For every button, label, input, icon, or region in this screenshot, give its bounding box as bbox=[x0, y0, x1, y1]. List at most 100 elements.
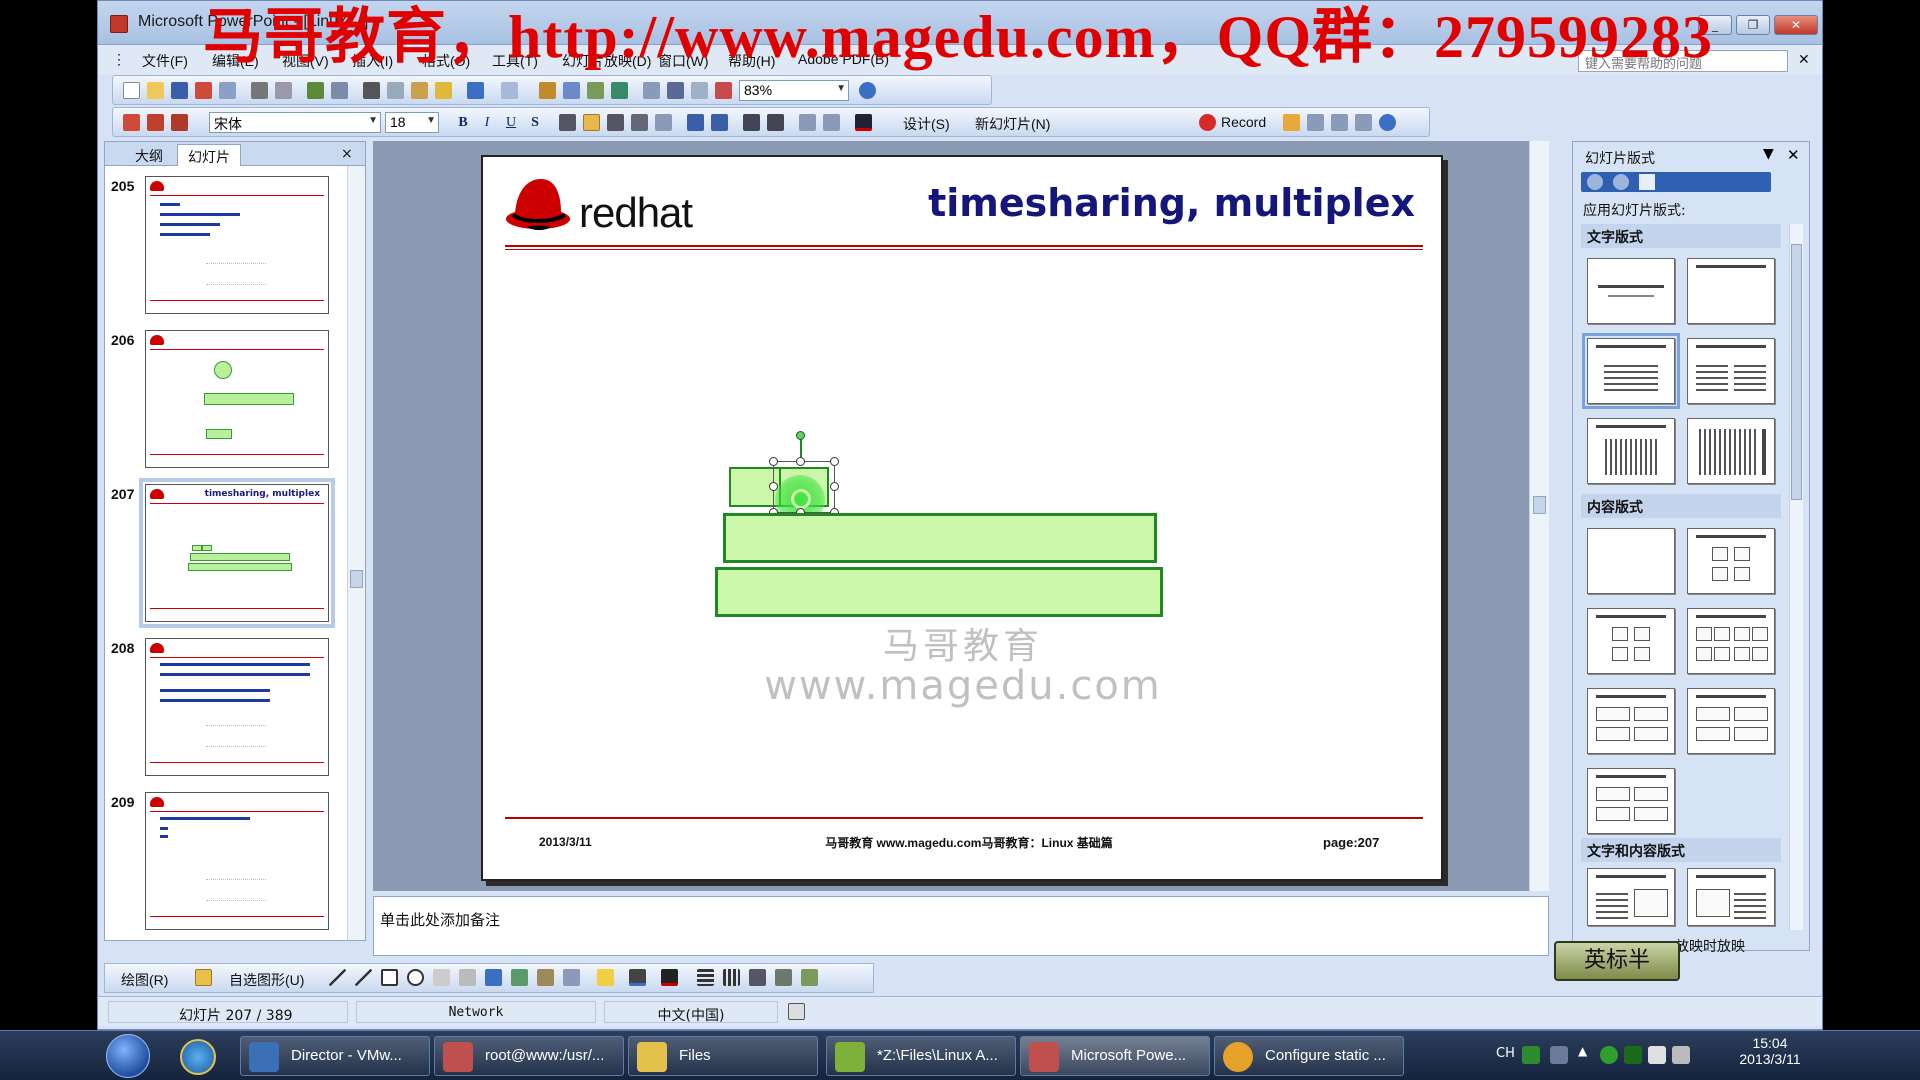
copy-icon[interactable] bbox=[387, 82, 404, 99]
network-tray-icon[interactable] bbox=[1648, 1046, 1666, 1064]
new-icon[interactable] bbox=[123, 82, 140, 99]
internet-explorer-icon[interactable] bbox=[180, 1039, 216, 1075]
layout-content[interactable] bbox=[1687, 528, 1775, 594]
help-icon[interactable] bbox=[859, 82, 876, 99]
research-icon[interactable] bbox=[331, 82, 348, 99]
clipart-icon[interactable] bbox=[537, 969, 554, 986]
screen-icon[interactable] bbox=[1331, 114, 1348, 131]
oval-icon[interactable] bbox=[407, 969, 424, 986]
layout-title-content-two[interactable] bbox=[1587, 688, 1675, 754]
layout-vertical-text[interactable] bbox=[1587, 418, 1675, 484]
picture-icon[interactable] bbox=[563, 969, 580, 986]
slide-title[interactable]: timesharing, multiplex bbox=[855, 181, 1415, 225]
arrow-icon[interactable] bbox=[355, 969, 372, 986]
format-painter-icon[interactable] bbox=[435, 82, 452, 99]
layout-two-column-text[interactable] bbox=[1687, 338, 1775, 404]
menu-file[interactable]: 文件(F) bbox=[142, 51, 188, 71]
rectangle-icon[interactable] bbox=[381, 969, 398, 986]
3d-style-icon[interactable] bbox=[801, 969, 818, 986]
task-pane-scrollbar[interactable] bbox=[1789, 224, 1803, 930]
insert-table-icon[interactable] bbox=[563, 82, 580, 99]
input-language[interactable]: CH bbox=[1496, 1046, 1515, 1061]
wordart-icon[interactable] bbox=[485, 969, 502, 986]
maximize-button[interactable]: ❐ bbox=[1736, 15, 1770, 35]
align-right-icon[interactable] bbox=[607, 114, 624, 131]
taskbar-terminal[interactable]: root@www:/usr/... bbox=[434, 1036, 624, 1076]
spelling-status-icon[interactable] bbox=[788, 1003, 805, 1020]
ime-status-bar[interactable]: 英标半 bbox=[1554, 941, 1680, 981]
pdf-convert-icon[interactable] bbox=[123, 114, 140, 131]
pdf-icon[interactable] bbox=[195, 82, 212, 99]
tray-expand-icon[interactable]: ▲ bbox=[1578, 1044, 1587, 1058]
color-grayscale-icon[interactable] bbox=[715, 82, 732, 99]
bottom-bar-shape[interactable] bbox=[715, 567, 1163, 617]
slide-thumbnail[interactable] bbox=[145, 330, 329, 468]
font-size-select[interactable]: 18 ▼ bbox=[385, 112, 439, 133]
pointer-options-icon[interactable] bbox=[1283, 114, 1300, 131]
hyperlink-icon[interactable] bbox=[611, 82, 628, 99]
keyboard-tray-icon[interactable] bbox=[1550, 1046, 1568, 1064]
diagram-icon[interactable] bbox=[511, 969, 528, 986]
paste-icon[interactable] bbox=[411, 82, 428, 99]
notes-placeholder[interactable]: 单击此处添加备注 bbox=[380, 909, 500, 930]
bold-button[interactable]: B bbox=[453, 113, 473, 133]
undo-icon[interactable] bbox=[467, 82, 484, 99]
record-button[interactable]: Record bbox=[1221, 114, 1266, 130]
line-style-icon[interactable] bbox=[697, 969, 714, 986]
layout-title-and-text[interactable] bbox=[1582, 333, 1680, 409]
cut-icon[interactable] bbox=[363, 82, 380, 99]
select-objects-icon[interactable] bbox=[195, 969, 212, 986]
expand-all-icon[interactable] bbox=[643, 82, 660, 99]
document-close-icon[interactable]: ✕ bbox=[1798, 51, 1810, 68]
system-clock[interactable]: 15:04 2013/3/11 bbox=[1730, 1035, 1810, 1067]
vertical-textbox-icon[interactable] bbox=[459, 969, 476, 986]
start-button[interactable] bbox=[106, 1034, 150, 1078]
slide-thumbnail[interactable] bbox=[145, 638, 329, 776]
tables-borders-icon[interactable] bbox=[587, 82, 604, 99]
italic-button[interactable]: I bbox=[477, 113, 497, 133]
taskbar-chrome[interactable]: Configure static ... bbox=[1214, 1036, 1404, 1076]
pdf-email-icon[interactable] bbox=[147, 114, 164, 131]
print-preview-icon[interactable] bbox=[275, 82, 292, 99]
pane-close-icon[interactable]: × bbox=[331, 144, 363, 166]
line-color-icon[interactable] bbox=[629, 969, 646, 986]
resize-handle[interactable] bbox=[830, 482, 839, 491]
font-color-icon[interactable] bbox=[855, 114, 872, 131]
decrease-indent-icon[interactable] bbox=[799, 114, 816, 131]
align-center-icon[interactable] bbox=[583, 114, 600, 131]
open-icon[interactable] bbox=[147, 82, 164, 99]
scrollbar-thumb[interactable] bbox=[1533, 496, 1546, 514]
distributed-icon[interactable] bbox=[631, 114, 648, 131]
arrow-style-icon[interactable] bbox=[749, 969, 766, 986]
tab-slides[interactable]: 幻灯片 bbox=[177, 144, 241, 166]
show-formatting-icon[interactable] bbox=[667, 82, 684, 99]
scrollbar-thumb[interactable] bbox=[350, 570, 363, 588]
increase-font-icon[interactable] bbox=[743, 114, 760, 131]
font-color-icon[interactable] bbox=[661, 969, 678, 986]
layout-title-four-content[interactable] bbox=[1687, 688, 1775, 754]
layout-title-slide[interactable] bbox=[1587, 258, 1675, 324]
current-slide[interactable]: redhat timesharing, multiplex 马哥教育 www.m… bbox=[481, 155, 1443, 881]
line-icon[interactable] bbox=[329, 969, 346, 986]
layout-text-content[interactable] bbox=[1587, 868, 1675, 926]
taskbar-vmware[interactable]: Director - VMw... bbox=[240, 1036, 430, 1076]
show-grid-icon[interactable] bbox=[691, 82, 708, 99]
rotate-handle[interactable] bbox=[796, 431, 805, 440]
forward-icon[interactable] bbox=[1613, 174, 1629, 190]
font-name-select[interactable]: 宋体 ▼ bbox=[209, 112, 381, 133]
record-icon[interactable] bbox=[1199, 114, 1216, 131]
slide-thumbnail-selected[interactable]: timesharing, multiplex bbox=[139, 478, 335, 628]
textbox-icon[interactable] bbox=[433, 969, 450, 986]
bullets-icon[interactable] bbox=[711, 114, 728, 131]
shadow-button[interactable]: S bbox=[525, 113, 545, 133]
chevron-down-icon[interactable]: ▼ bbox=[1763, 146, 1774, 162]
middle-bar-shape[interactable] bbox=[723, 513, 1157, 563]
tab-outline[interactable]: 大纲 bbox=[125, 144, 173, 166]
home-icon[interactable] bbox=[1639, 174, 1655, 190]
layout-title-only[interactable] bbox=[1687, 258, 1775, 324]
camera-icon[interactable] bbox=[1307, 114, 1324, 131]
network-status-icon[interactable] bbox=[1600, 1046, 1618, 1064]
layout-title-two-content[interactable] bbox=[1687, 608, 1775, 674]
print-icon[interactable] bbox=[251, 82, 268, 99]
permission-icon[interactable] bbox=[219, 82, 236, 99]
